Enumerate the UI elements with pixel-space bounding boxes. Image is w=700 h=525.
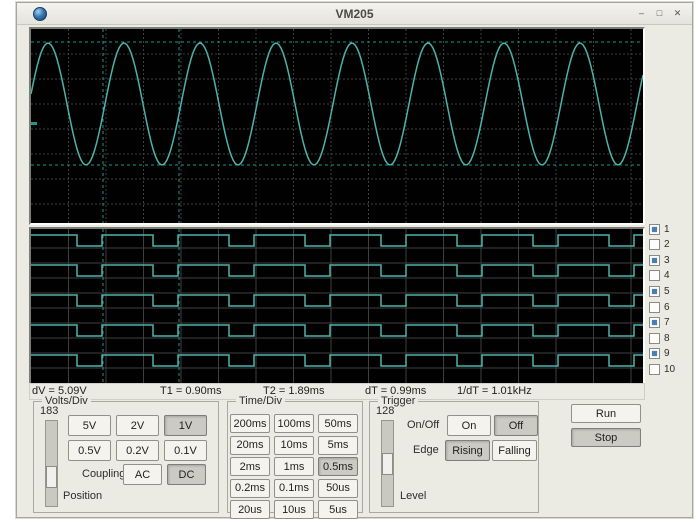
level-slider[interactable] bbox=[381, 420, 394, 507]
position-value: 183 bbox=[40, 405, 59, 417]
onoff-label: On/Off bbox=[407, 419, 440, 431]
time-btn-2ms[interactable]: 2ms bbox=[230, 457, 270, 476]
checkbox-icon[interactable] bbox=[649, 285, 660, 297]
coupling-btn-dc[interactable]: DC bbox=[167, 464, 206, 485]
trigger-edge-btn-rising[interactable]: Rising bbox=[445, 440, 490, 461]
channel-number: 6 bbox=[664, 301, 670, 313]
checkbox-icon[interactable] bbox=[649, 332, 660, 344]
maximize-icon[interactable]: □ bbox=[653, 6, 666, 20]
checkbox-icon[interactable] bbox=[649, 348, 660, 360]
checkbox-mark bbox=[652, 305, 657, 310]
time-btn-200ms[interactable]: 200ms bbox=[230, 414, 270, 433]
t1-readout: T1 = 0.90ms bbox=[160, 385, 222, 397]
time-btn-0.5ms[interactable]: 0.5ms bbox=[318, 457, 358, 476]
channel-checkbox-10[interactable]: 10 bbox=[649, 362, 675, 376]
level-label: Level bbox=[400, 490, 427, 502]
position-label: Position bbox=[63, 490, 103, 502]
volts-btn-0.2v[interactable]: 0.2V bbox=[116, 440, 159, 461]
channel-checkbox-9[interactable]: 9 bbox=[649, 347, 670, 361]
time-div-group: Time/Div 200ms 100ms 50ms 20ms 10ms 5ms 2ms 1ms… bbox=[227, 395, 363, 519]
channel-number: 10 bbox=[664, 363, 676, 375]
desktop: VM205 – □ ✕ 1 2 3 4 5 6 7 8 9 10 dV = 5.09V T1 = … bbox=[0, 0, 700, 525]
channel-number: 5 bbox=[664, 285, 670, 297]
time-btn-50ms[interactable]: 50ms bbox=[318, 414, 358, 433]
level-slider-thumb[interactable] bbox=[382, 453, 393, 475]
edge-label: Edge bbox=[413, 444, 439, 456]
trigger-edge-btn-falling[interactable]: Falling bbox=[492, 440, 537, 461]
time-btn-0.1ms[interactable]: 0.1ms bbox=[274, 478, 314, 498]
checkbox-mark bbox=[652, 367, 657, 372]
coupling-label: Coupling bbox=[82, 468, 126, 480]
checkbox-icon[interactable] bbox=[649, 363, 660, 375]
channel-number: 4 bbox=[664, 270, 670, 282]
trigger-onoff-btn-off[interactable]: Off bbox=[494, 415, 538, 436]
time-btn-1ms[interactable]: 1ms bbox=[274, 457, 314, 476]
logic-waveform-svg bbox=[31, 229, 643, 383]
channel-number: 8 bbox=[664, 332, 670, 344]
channel-number: 2 bbox=[664, 239, 670, 251]
checkbox-icon[interactable] bbox=[649, 223, 660, 235]
volts-btn-1v[interactable]: 1V bbox=[164, 415, 207, 436]
checkbox-mark bbox=[652, 273, 657, 278]
position-slider-thumb[interactable] bbox=[46, 466, 57, 488]
channel-checkbox-7[interactable]: 7 bbox=[649, 316, 670, 330]
channel-number: 3 bbox=[664, 254, 670, 266]
volts-btn-2v[interactable]: 2V bbox=[116, 415, 159, 436]
title-bar[interactable]: VM205 – □ ✕ bbox=[17, 3, 692, 25]
checkbox-icon[interactable] bbox=[649, 270, 660, 282]
scope-waveform-svg bbox=[31, 29, 643, 223]
run-button[interactable]: Run bbox=[571, 404, 641, 423]
channel-checkbox-4[interactable]: 4 bbox=[649, 269, 670, 283]
channel-number: 7 bbox=[664, 317, 670, 329]
channel-checkbox-8[interactable]: 8 bbox=[649, 331, 670, 345]
channel-number: 9 bbox=[664, 348, 670, 360]
checkbox-mark bbox=[652, 242, 657, 247]
checkbox-mark bbox=[652, 336, 657, 341]
time-div-label: Time/Div bbox=[236, 395, 285, 407]
trigger-onoff-btn-on[interactable]: On bbox=[447, 415, 491, 436]
volts-div-group: Volts/Div 183 5V 2V 1V 0.5V 0.2V 0.1V Couplin… bbox=[33, 395, 219, 513]
time-btn-10us[interactable]: 10us bbox=[274, 500, 314, 519]
time-btn-10ms[interactable]: 10ms bbox=[274, 435, 314, 455]
volts-btn-0.5v[interactable]: 0.5V bbox=[68, 440, 111, 461]
checkbox-mark bbox=[652, 257, 657, 263]
window-title: VM205 bbox=[335, 6, 374, 21]
checkbox-icon[interactable] bbox=[649, 317, 660, 329]
oscilloscope-display bbox=[29, 27, 645, 225]
volts-btn-5v[interactable]: 5V bbox=[68, 415, 111, 436]
stop-button[interactable]: Stop bbox=[571, 428, 641, 447]
channel-checkbox-2[interactable]: 2 bbox=[649, 238, 670, 252]
checkbox-mark bbox=[652, 226, 657, 232]
measurement-bar: dV = 5.09V T1 = 0.90ms T2 = 1.89ms dT = … bbox=[29, 383, 645, 400]
time-btn-5us[interactable]: 5us bbox=[318, 500, 358, 519]
channel-checkbox-6[interactable]: 6 bbox=[649, 300, 670, 314]
checkbox-icon[interactable] bbox=[649, 254, 660, 266]
checkbox-icon[interactable] bbox=[649, 239, 660, 251]
trigger-level-value: 128 bbox=[376, 405, 395, 417]
time-btn-5ms[interactable]: 5ms bbox=[318, 435, 358, 455]
volts-btn-0.1v[interactable]: 0.1V bbox=[164, 440, 207, 461]
channel-checkbox-3[interactable]: 3 bbox=[649, 253, 670, 267]
channel-checkbox-1[interactable]: 1 bbox=[649, 222, 670, 236]
app-window: VM205 – □ ✕ 1 2 3 4 5 6 7 8 9 10 dV = 5.09V T1 = … bbox=[16, 2, 693, 519]
coupling-btn-ac[interactable]: AC bbox=[123, 464, 162, 485]
channel-number: 1 bbox=[664, 223, 670, 235]
checkbox-mark bbox=[652, 288, 657, 294]
checkbox-mark bbox=[652, 320, 657, 326]
channel-checkbox-5[interactable]: 5 bbox=[649, 284, 670, 298]
logic-analyzer-display bbox=[29, 227, 645, 385]
minimize-icon[interactable]: – bbox=[635, 6, 648, 20]
checkbox-icon[interactable] bbox=[649, 301, 660, 313]
time-btn-20us[interactable]: 20us bbox=[230, 500, 270, 519]
close-icon[interactable]: ✕ bbox=[671, 6, 684, 20]
time-btn-20ms[interactable]: 20ms bbox=[230, 435, 270, 455]
time-btn-0.2ms[interactable]: 0.2ms bbox=[230, 478, 270, 498]
freq-readout: 1/dT = 1.01kHz bbox=[457, 385, 532, 397]
time-btn-50us[interactable]: 50us bbox=[318, 478, 358, 498]
time-btn-100ms[interactable]: 100ms bbox=[274, 414, 314, 433]
trigger-group: Trigger 128 On/Off On Off Edge Rising Fall… bbox=[369, 395, 539, 513]
position-slider[interactable] bbox=[45, 420, 58, 507]
checkbox-mark bbox=[652, 351, 657, 357]
